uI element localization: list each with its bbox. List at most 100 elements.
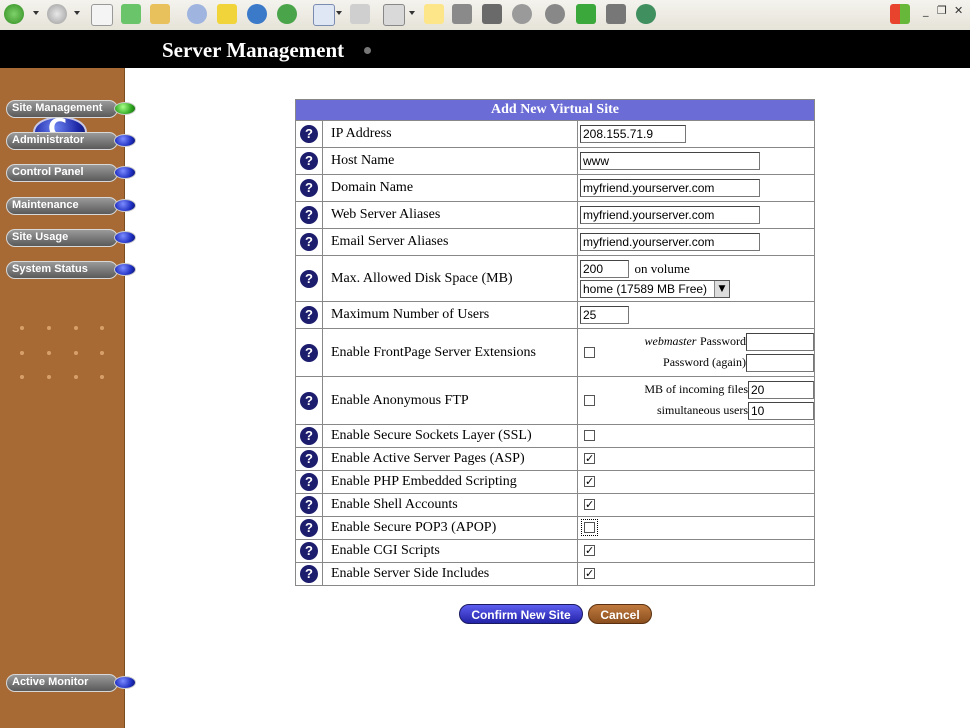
form-row-disk: ? Max. Allowed Disk Space (MB) on volume…	[295, 255, 815, 302]
help-icon[interactable]: ?	[300, 427, 318, 445]
frontpage-checkbox[interactable]	[584, 346, 595, 358]
password-again-input[interactable]	[746, 354, 814, 372]
indicator-icon	[114, 134, 136, 147]
help-icon[interactable]: ?	[300, 473, 318, 491]
tool-icon[interactable]	[512, 4, 532, 24]
help-icon[interactable]: ?	[300, 565, 318, 583]
help-icon[interactable]: ?	[300, 269, 318, 288]
form-row-asp: ? Enable Active Server Pages (ASP) ✓	[295, 447, 815, 471]
form-row-ssi: ? Enable Server Side Includes ✓	[295, 562, 815, 586]
edit-icon[interactable]	[383, 4, 405, 26]
form-row-ssl: ? Enable Secure Sockets Layer (SSL)	[295, 424, 815, 448]
help-icon[interactable]: ?	[300, 542, 318, 560]
restore-icon[interactable]: ❐	[937, 4, 947, 17]
form-row-host: ? Host Name	[295, 147, 815, 175]
help-icon[interactable]: ?	[300, 306, 318, 324]
sidebar-item-control-panel[interactable]: Control Panel	[6, 164, 136, 182]
field-label: Email Server Aliases	[322, 228, 578, 256]
sidebar-item-maintenance[interactable]: Maintenance	[6, 197, 136, 215]
mail-icon[interactable]	[313, 4, 335, 26]
apop-checkbox[interactable]	[581, 519, 598, 537]
media-icon[interactable]	[247, 4, 267, 24]
email-aliases-input[interactable]	[580, 233, 760, 251]
stop-icon[interactable]	[91, 4, 113, 26]
ssl-checkbox[interactable]	[584, 430, 595, 442]
host-name-input[interactable]	[580, 152, 760, 170]
shell-checkbox[interactable]: ✓	[584, 499, 595, 511]
help-icon[interactable]: ?	[300, 496, 318, 514]
sidebar-item-active-monitor[interactable]: Active Monitor	[6, 674, 136, 692]
disk-space-input[interactable]	[580, 259, 629, 278]
help-icon[interactable]: ?	[300, 125, 318, 143]
form-row-domain: ? Domain Name	[295, 174, 815, 202]
form-row-frontpage: ? Enable FrontPage Server Extensions web…	[295, 328, 815, 377]
ssi-checkbox[interactable]: ✓	[584, 568, 595, 580]
close-icon[interactable]: ✕	[954, 4, 963, 17]
page-title: Server Management	[162, 38, 345, 62]
field-label: Web Server Aliases	[322, 201, 578, 229]
help-icon[interactable]: ?	[300, 152, 318, 170]
refresh-icon[interactable]	[121, 4, 141, 24]
indicator-icon	[114, 231, 136, 244]
lite-icon[interactable]	[576, 4, 596, 24]
sidebar-item-label: Active Monitor	[12, 676, 89, 688]
php-checkbox[interactable]: ✓	[584, 476, 595, 488]
decorative-dot	[20, 326, 24, 330]
cancel-button[interactable]: Cancel	[588, 604, 652, 624]
asp-checkbox[interactable]: ✓	[584, 453, 595, 465]
back-dropdown-icon[interactable]	[33, 11, 39, 15]
help-icon[interactable]: ?	[300, 450, 318, 468]
sidebar-item-administrator[interactable]: Administrator	[6, 132, 136, 150]
mail-dropdown-icon[interactable]	[336, 11, 342, 15]
sidebar-item-system-status[interactable]: System Status	[6, 261, 136, 279]
sidebar-item-site-usage[interactable]: Site Usage	[6, 229, 136, 247]
ftp-checkbox[interactable]	[584, 394, 595, 406]
forward-dropdown-icon[interactable]	[74, 11, 80, 15]
cgi-checkbox[interactable]: ✓	[584, 545, 595, 557]
history-icon[interactable]	[277, 4, 297, 24]
book-icon[interactable]	[482, 4, 502, 24]
decorative-dot	[20, 375, 24, 379]
note-icon[interactable]	[424, 4, 444, 24]
form-row-ftp: ? Enable Anonymous FTP MB of incoming fi…	[295, 376, 815, 425]
minimize-icon[interactable]: _	[923, 4, 929, 17]
help-icon[interactable]: ?	[300, 343, 318, 362]
web-aliases-input[interactable]	[580, 206, 760, 224]
help-icon[interactable]: ?	[300, 233, 318, 251]
sidebar-item-site-management[interactable]: Site Management	[6, 100, 136, 118]
sidebar-item-label: System Status	[12, 263, 88, 275]
domain-name-input[interactable]	[580, 179, 760, 197]
extension-icon[interactable]	[636, 4, 656, 24]
simultaneous-users-input[interactable]	[748, 402, 814, 420]
favorites-icon[interactable]	[217, 4, 237, 24]
webmaster-password-input[interactable]	[746, 333, 814, 351]
volume-select-value: home (17589 MB Free)	[583, 281, 708, 296]
volume-select[interactable]: home (17589 MB Free) ▼	[580, 279, 730, 298]
help-icon[interactable]: ?	[300, 206, 318, 224]
decorative-dot	[47, 351, 51, 355]
header-bar	[0, 30, 970, 68]
browser-toolbar: _ ❐ ✕	[0, 0, 970, 31]
back-icon[interactable]	[4, 4, 24, 24]
field-label: Enable PHP Embedded Scripting	[322, 470, 578, 494]
mb-incoming-input[interactable]	[748, 381, 814, 399]
sidebar-item-label: Site Usage	[12, 231, 69, 243]
forward-icon[interactable]	[47, 4, 67, 24]
edit-dropdown-icon[interactable]	[409, 11, 415, 15]
search-icon[interactable]	[187, 4, 207, 24]
home-icon[interactable]	[150, 4, 170, 24]
confirm-new-site-button[interactable]: Confirm New Site	[459, 604, 583, 624]
help-icon[interactable]: ?	[300, 391, 318, 410]
help-icon[interactable]: ?	[300, 519, 318, 537]
ip-address-input[interactable]	[580, 125, 686, 143]
messenger-icon[interactable]	[606, 4, 626, 24]
plugin-icon[interactable]	[545, 4, 565, 24]
help-icon[interactable]: ?	[300, 179, 318, 197]
form-row-email-aliases: ? Email Server Aliases	[295, 228, 815, 256]
print-icon[interactable]	[350, 4, 370, 24]
field-label: Enable Secure Sockets Layer (SSL)	[322, 424, 578, 448]
max-users-input[interactable]	[580, 306, 629, 324]
field-label: Max. Allowed Disk Space (MB)	[322, 255, 578, 302]
form-row-web-aliases: ? Web Server Aliases	[295, 201, 815, 229]
research-icon[interactable]	[452, 4, 472, 24]
